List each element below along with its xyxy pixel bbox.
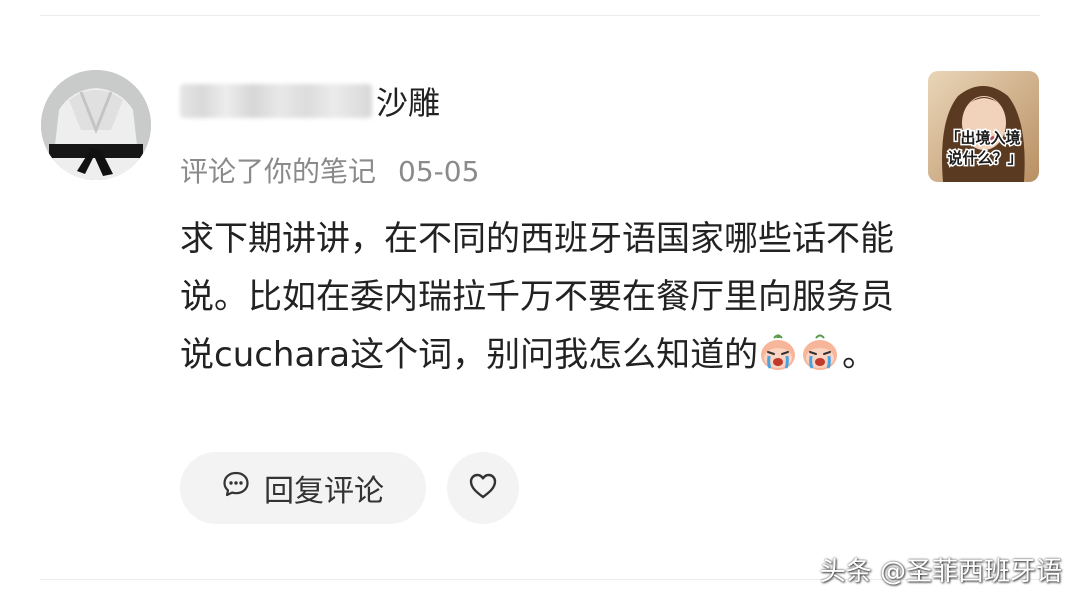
thumbnail-caption-line1: 「出境入境 — [945, 129, 1020, 147]
crying-face-icon — [800, 332, 840, 372]
action-text: 评论了你的笔记 — [180, 155, 377, 188]
top-divider — [40, 15, 1040, 16]
username-blurred — [180, 84, 372, 118]
note-thumbnail-image: 「出境入境 说什么？」 — [928, 71, 1039, 182]
note-thumbnail[interactable]: 「出境入境 说什么？」 — [928, 71, 1039, 182]
crying-face-icon — [758, 332, 798, 372]
avatar[interactable] — [41, 70, 151, 180]
chat-bubble-icon — [222, 470, 250, 506]
heart-outline-icon — [468, 472, 498, 504]
comment-date: 05-05 — [398, 155, 480, 188]
username-suffix: 沙雕 — [376, 84, 441, 122]
avatar-image — [41, 70, 151, 180]
thumbnail-caption-line2: 说什么？」 — [947, 149, 1022, 167]
watermark: 头条 @圣菲西班牙语 — [819, 557, 1062, 587]
comment-meta: 评论了你的笔记 05-05 — [180, 150, 479, 190]
comment-tail: 。 — [842, 335, 877, 375]
reply-button[interactable]: 回复评论 — [180, 452, 426, 524]
like-button[interactable] — [447, 452, 519, 524]
comment-text: 求下期讲讲，在不同的西班牙语国家哪些话不能说。比如在委内瑞拉千万不要在餐厅里向服… — [180, 210, 900, 384]
username[interactable]: 沙雕 — [180, 80, 440, 122]
reply-label: 回复评论 — [264, 474, 384, 509]
